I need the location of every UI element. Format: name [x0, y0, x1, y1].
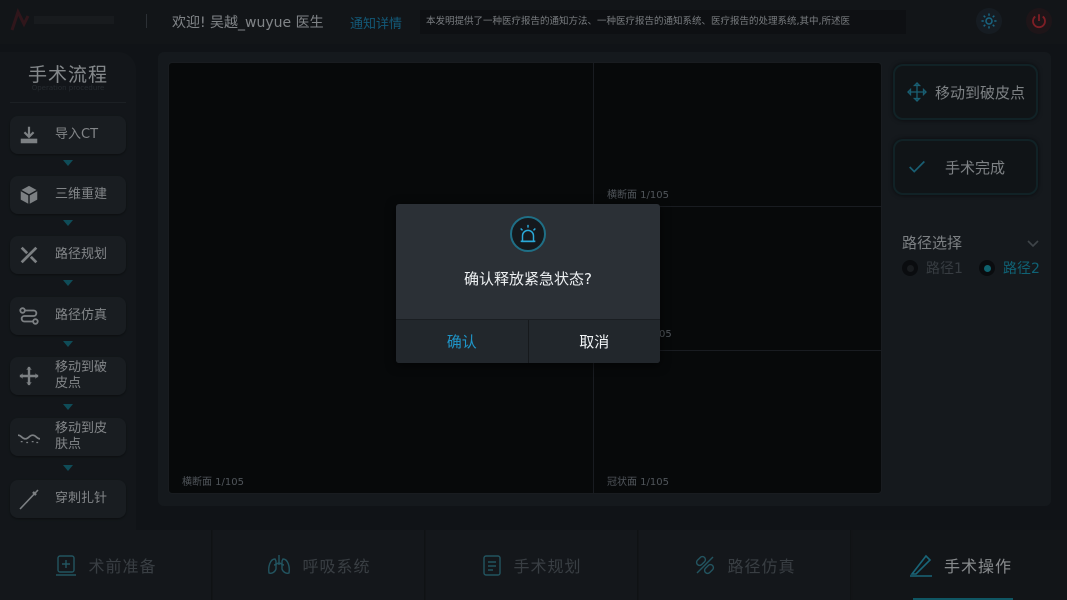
confirm-button[interactable]: 确认	[396, 320, 529, 363]
cancel-button[interactable]: 取消	[528, 320, 660, 363]
dialog-message: 确认释放紧急状态?	[464, 270, 592, 288]
alarm-light-icon	[510, 216, 546, 252]
emergency-release-dialog: 确认释放紧急状态? 确认 取消	[396, 204, 660, 363]
dialog-buttons: 确认 取消	[396, 319, 660, 363]
